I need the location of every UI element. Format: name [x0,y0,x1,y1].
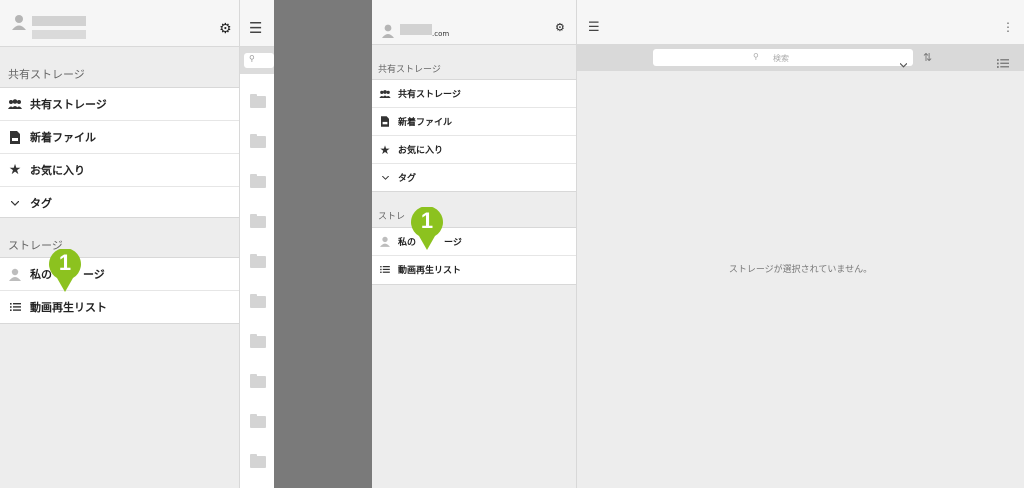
left-shared-menu: 共有ストレージ 新着ファイル ★ お気に入り タグ [0,87,239,218]
dropdown-chevron-icon[interactable] [899,53,908,72]
left-file-strip: ☰ ⚲ [240,0,274,488]
section-title-shared: 共有ストレージ [8,68,85,81]
menu-item-favorites[interactable]: ★ お気に入り [372,136,576,164]
menu-item-video-playlist[interactable]: 動画再生リスト [372,256,576,283]
folder-icon[interactable] [250,294,266,308]
star-icon: ★ [8,162,22,178]
gear-icon[interactable]: ⚙ [219,22,233,36]
menu-item-label-end: ージ [444,238,462,248]
folder-icon[interactable] [250,94,266,108]
search-placeholder: 検索 [773,54,789,63]
right-screen: .com ⚙ 共有ストレージ 共有ストレージ 新着ファイル ★ お気に入り タグ… [372,0,1024,488]
menu-item-my-storage[interactable]: 私の ージ [0,258,239,291]
sort-icon[interactable]: ⇅ [923,51,932,64]
section-title-storage: ストレ [378,212,406,222]
empty-state-message: ストレージが選択されていません。 [728,265,873,275]
list-view-icon[interactable] [997,53,1009,72]
new-file-icon [372,116,398,127]
menu-item-label-end: ージ [83,268,105,281]
hamburger-menu-icon[interactable]: ☰ [588,20,600,35]
star-icon: ★ [379,142,391,157]
menu-item-label: タグ [30,197,52,210]
user-icon [372,236,398,247]
folder-icon[interactable] [250,174,266,188]
callout-number: 1 [420,208,434,233]
left-strip-header: ☰ [240,0,274,47]
menu-item-label: 動画再生リスト [30,301,107,314]
menu-item-label: 共有ストレージ [398,90,461,100]
right-main: ☰ ⋮ ⚲ 検索 ⇅ ストレージが選択されていません。 [577,0,1024,488]
callout-marker: 1 [410,206,444,251]
menu-item-shared-storage[interactable]: 共有ストレージ [372,80,576,108]
account-domain: .com [432,30,450,38]
menu-item-label: 新着ファイル [398,118,453,128]
menu-item-new-files[interactable]: 新着ファイル [372,108,576,136]
group-icon [0,99,30,109]
left-sidebar: ⚙ 共有ストレージ 共有ストレージ 新着ファイル ★ お気に入り タグ ストレー… [0,0,240,488]
section-title-shared: 共有ストレージ [378,65,441,75]
menu-item-label: 共有ストレージ [30,98,107,111]
folder-icon[interactable] [250,374,266,388]
left-screen: ⚙ 共有ストレージ 共有ストレージ 新着ファイル ★ お気に入り タグ ストレー… [0,0,274,488]
user-icon [0,268,30,281]
more-vertical-icon[interactable]: ⋮ [1002,20,1014,34]
folder-icon[interactable] [250,214,266,228]
folder-icon[interactable] [250,334,266,348]
menu-item-video-playlist[interactable]: 動画再生リスト [0,291,239,323]
user-avatar-icon [382,23,394,38]
folder-icon[interactable] [250,134,266,148]
toolbar: ⚲ 検索 ⇅ [577,45,1024,71]
right-storage-menu: 私の ージ 動画再生リスト [372,227,576,285]
menu-item-favorites[interactable]: ★ お気に入り [0,154,239,187]
right-shared-menu: 共有ストレージ 新着ファイル ★ お気に入り タグ [372,79,576,192]
menu-item-label: 動画再生リスト [398,266,462,276]
menu-item-my-storage[interactable]: 私の ージ [372,228,576,256]
folder-icon[interactable] [250,414,266,428]
menu-item-new-files[interactable]: 新着ファイル [0,121,239,154]
menu-item-label: お気に入り [30,164,85,177]
chevron-down-icon [372,175,398,180]
right-sidebar: .com ⚙ 共有ストレージ 共有ストレージ 新着ファイル ★ お気に入り タグ… [372,0,577,488]
blurred-account-name [32,16,86,26]
menu-item-label: 新着ファイル [30,131,96,144]
user-avatar-icon [12,14,26,30]
blurred-account-name-2 [32,30,86,39]
chevron-down-icon [0,200,30,206]
left-account-header[interactable]: ⚙ [0,0,239,47]
screens-divider [274,0,372,488]
folder-icon[interactable] [250,254,266,268]
list-icon [372,266,398,273]
gear-icon[interactable]: ⚙ [555,22,565,33]
right-main-header: ☰ ⋮ [577,0,1024,45]
hamburger-menu-icon[interactable]: ☰ [249,19,262,37]
search-icon: ⚲ [753,52,759,61]
callout-marker: 1 [48,248,82,293]
left-storage-menu: 私の ージ 動画再生リスト [0,257,239,324]
menu-item-label: タグ [398,174,417,184]
menu-item-label: お気に入り [398,146,444,156]
group-icon [372,89,398,98]
new-file-icon [0,130,30,144]
search-icon: ⚲ [249,54,255,63]
right-account-header[interactable]: .com ⚙ [372,0,576,45]
menu-item-shared-storage[interactable]: 共有ストレージ [0,88,239,121]
menu-item-tags[interactable]: タグ [0,187,239,219]
list-icon [0,303,30,311]
left-strip-search-bar: ⚲ [240,47,274,74]
blurred-account-name [400,24,432,35]
folder-icon[interactable] [250,454,266,468]
menu-item-tags[interactable]: タグ [372,164,576,191]
callout-number: 1 [58,250,72,275]
